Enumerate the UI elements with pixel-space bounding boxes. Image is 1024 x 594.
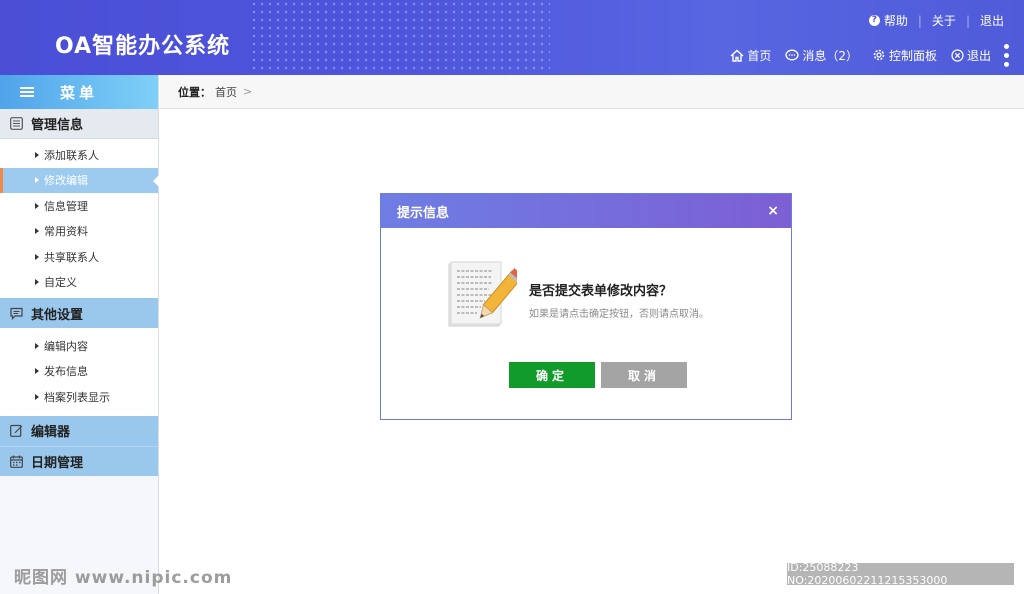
breadcrumb: 位置： 首页 > xyxy=(160,75,1024,109)
sidebar-item-label: 添加联系人 xyxy=(44,148,99,162)
help-icon: ? xyxy=(868,15,880,26)
dialog-body: 是否提交表单修改内容？ 如果是请点击确定按钮，否则请点取消。 确定 取消 xyxy=(381,228,791,419)
submenu-manage-info: 添加联系人 修改编辑 信息管理 常用资料 共享联系人 自定义 xyxy=(0,139,159,298)
message-icon xyxy=(785,49,799,61)
sidebar-item-label: 自定义 xyxy=(44,276,77,290)
group-manage-info[interactable]: 管理信息 xyxy=(0,109,158,139)
nav-exit-label: 退出 xyxy=(966,48,991,63)
logout-link[interactable]: 退出 xyxy=(980,12,1004,29)
divider: | xyxy=(965,13,970,28)
sidebar-item-common-data[interactable]: 常用资料 xyxy=(0,218,158,244)
nav-home[interactable]: 首页 xyxy=(730,47,771,64)
sidebar-item-label: 编辑内容 xyxy=(44,339,88,353)
top-links: ? 帮助 | 关于 | 退出 xyxy=(868,12,1004,29)
dialog-header: 提示信息 × xyxy=(381,194,791,228)
gear-icon xyxy=(873,50,885,61)
caret-right-icon xyxy=(35,151,39,158)
menu-title: 菜单 xyxy=(60,83,99,102)
confirm-button[interactable]: 确定 xyxy=(509,362,595,388)
caret-right-icon xyxy=(35,177,39,184)
caret-right-icon xyxy=(35,202,39,209)
sidebar-item-add-contact[interactable]: 添加联系人 xyxy=(0,142,158,168)
home-icon xyxy=(730,49,744,62)
help-link[interactable]: 帮助 xyxy=(884,12,908,29)
sidebar-item-shared-contacts[interactable]: 共享联系人 xyxy=(0,244,158,270)
header-decoration xyxy=(250,0,550,75)
nav-messages-label: 消息（2） xyxy=(802,48,858,63)
nav-exit[interactable]: 退出 xyxy=(951,47,991,64)
breadcrumb-label: 位置： xyxy=(178,85,211,99)
sidebar-item-label: 常用资料 xyxy=(44,225,88,239)
edit-icon xyxy=(10,424,23,437)
sidebar-item-archive-list[interactable]: 档案列表显示 xyxy=(0,384,158,410)
caret-right-icon xyxy=(35,342,39,349)
header-nav: 首页 消息（2） 控制面板 退出 ••• xyxy=(716,42,1013,69)
chat-icon xyxy=(10,307,23,320)
about-link[interactable]: 关于 xyxy=(932,12,956,29)
dialog-title: 提示信息 xyxy=(397,205,450,221)
cancel-button[interactable]: 取消 xyxy=(601,362,687,388)
watermark-right: ID:25088223 NO:20200602211215353000 xyxy=(787,561,1014,587)
caret-right-icon xyxy=(35,393,39,400)
document-pencil-icon xyxy=(448,261,517,327)
nav-control-panel[interactable]: 控制面板 xyxy=(872,47,937,64)
sidebar-item-publish-info[interactable]: 发布信息 xyxy=(0,358,158,384)
caret-right-icon xyxy=(35,228,39,235)
caret-right-icon xyxy=(35,368,39,375)
caret-right-icon xyxy=(35,279,39,286)
nav-control-panel-label: 控制面板 xyxy=(888,48,937,63)
watermark-left: 昵图网 www.nipic.com xyxy=(14,568,233,588)
sidebar-item-label: 发布信息 xyxy=(44,365,88,379)
caret-right-icon xyxy=(35,253,39,260)
more-menu-icon[interactable]: ••• xyxy=(997,42,1013,69)
chevron-right-icon: > xyxy=(243,85,253,98)
close-circle-icon xyxy=(951,49,964,62)
sidebar-item-label: 信息管理 xyxy=(44,199,88,213)
app-header: OA智能办公系统 ? 帮助 | 关于 | 退出 首页 消息（2） 控制面板 退出… xyxy=(0,0,1024,75)
divider: | xyxy=(917,13,922,28)
sidebar-item-label: 共享联系人 xyxy=(44,250,99,264)
sidebar-item-edit[interactable]: 修改编辑 xyxy=(0,167,159,193)
group-other-settings[interactable]: 其他设置 xyxy=(0,298,158,328)
hamburger-icon[interactable] xyxy=(20,87,34,97)
sidebar: 菜单 管理信息 添加联系人 修改编辑 信息管理 常用资料 共享联系人 自定义 其… xyxy=(0,75,159,594)
sidebar-item-info-manage[interactable]: 信息管理 xyxy=(0,193,158,219)
dialog-question: 是否提交表单修改内容？ xyxy=(529,284,673,299)
sidebar-item-edit-content[interactable]: 编辑内容 xyxy=(0,333,158,359)
group-date-manage[interactable]: 日期管理 xyxy=(0,445,158,476)
close-icon[interactable]: × xyxy=(767,203,779,219)
group-editor[interactable]: 编辑器 xyxy=(0,415,158,446)
group-label: 其他设置 xyxy=(31,307,84,323)
group-label: 管理信息 xyxy=(31,118,84,133)
sidebar-item-custom[interactable]: 自定义 xyxy=(0,269,158,295)
sidebar-item-label: 档案列表显示 xyxy=(44,390,110,404)
sidebar-item-label: 修改编辑 xyxy=(44,174,88,188)
calendar-icon xyxy=(10,455,23,468)
group-label: 编辑器 xyxy=(31,425,71,440)
menu-header[interactable]: 菜单 xyxy=(0,75,158,109)
dialog-hint: 如果是请点击确定按钮，否则请点取消。 xyxy=(529,309,709,320)
list-icon xyxy=(10,117,23,130)
app-logo: OA智能办公系统 xyxy=(55,34,231,59)
nav-messages[interactable]: 消息（2） xyxy=(785,47,858,64)
group-label: 日期管理 xyxy=(31,455,84,471)
confirm-dialog: 提示信息 × 是否提交表单修改内容？ 如果是请点击确定按钮，否则请点取消。 确定… xyxy=(380,193,792,420)
breadcrumb-home[interactable]: 首页 xyxy=(215,84,237,100)
submenu-other-settings: 编辑内容 发布信息 档案列表显示 xyxy=(0,328,158,416)
nav-home-label: 首页 xyxy=(747,48,772,63)
